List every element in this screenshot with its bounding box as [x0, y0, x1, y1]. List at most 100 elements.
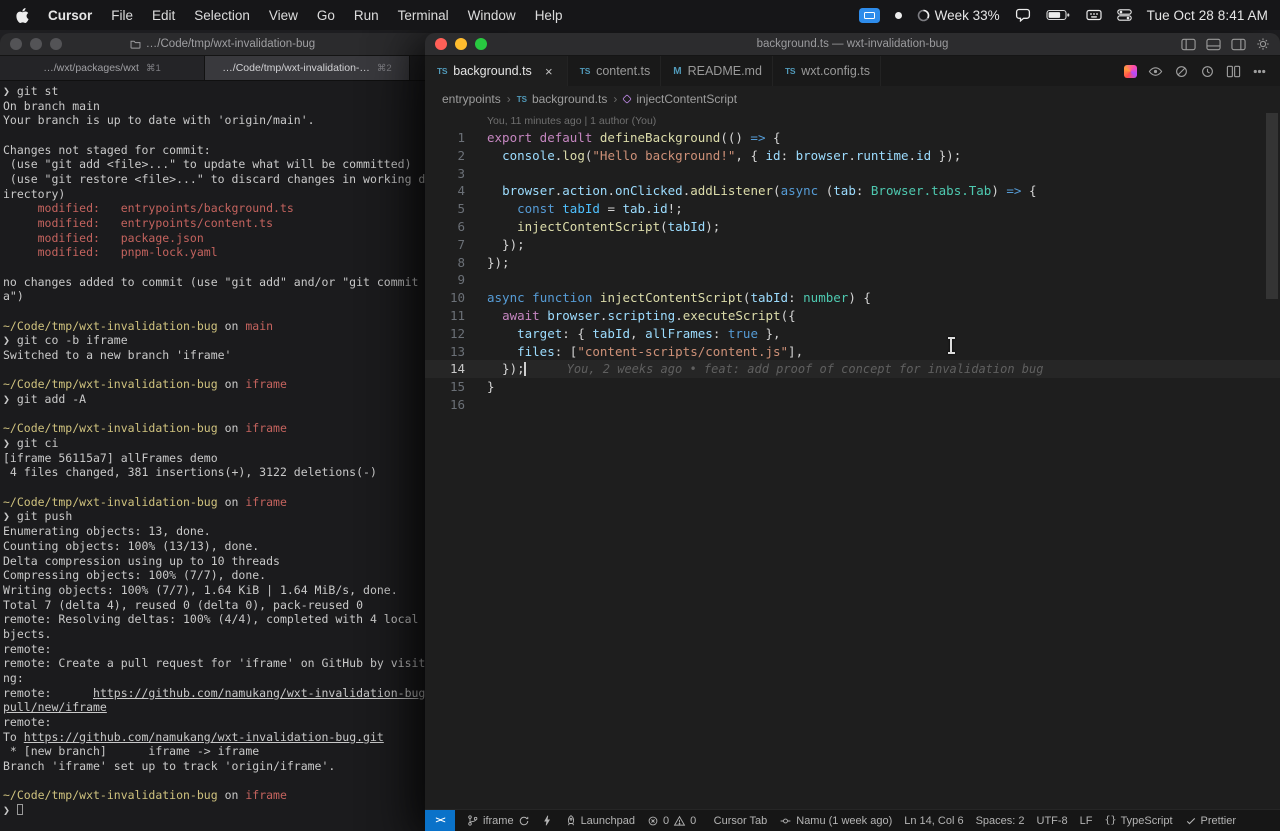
code-token: }, [757, 325, 781, 341]
code-line-4[interactable]: 4 browser.action.onClicked.addListener(a… [425, 182, 1280, 200]
menu-edit[interactable]: Edit [152, 8, 175, 23]
codelens-blame[interactable]: You, 11 minutes ago | 1 author (You) [487, 114, 1280, 129]
code-line-10[interactable]: 10 async function injectContentScript(tab… [425, 289, 1280, 307]
apple-menu-icon[interactable] [16, 7, 29, 23]
launchpad-item[interactable]: Launchpad [565, 814, 635, 827]
code-line-8[interactable]: 8}); [425, 254, 1280, 272]
code-line-6[interactable]: 6 injectContentScript(tabId); [425, 218, 1280, 236]
branch-name: iframe [483, 814, 514, 827]
code-line-7[interactable]: 7 }); [425, 236, 1280, 254]
git-branch-item[interactable]: iframe [467, 814, 530, 827]
terminal-line: ❯ [3, 803, 445, 818]
terminal-titlebar[interactable]: …/Code/tmp/wxt-invalidation-bug [0, 33, 445, 56]
menu-file[interactable]: File [111, 8, 133, 23]
code-line-13[interactable]: 13 files: ["content-scripts/content.js"]… [425, 343, 1280, 361]
eol-setting[interactable]: LF [1080, 815, 1093, 827]
editor-titlebar[interactable]: background.ts — wxt-invalidation-bug [425, 33, 1280, 56]
bolt-status-item[interactable] [542, 814, 553, 827]
git-blame-item[interactable]: Namu (1 week ago) [779, 815, 892, 827]
settings-gear-icon[interactable] [1256, 37, 1270, 51]
language-mode[interactable]: {} TypeScript [1105, 815, 1173, 827]
code-line-11[interactable]: 11 await browser.scripting.executeScript… [425, 307, 1280, 325]
encoding-setting[interactable]: UTF-8 [1037, 815, 1068, 827]
menu-bar-clock[interactable]: Tue Oct 28 8:41 AM [1147, 8, 1268, 23]
cursor-position[interactable]: Ln 14, Col 6 [904, 815, 963, 827]
toggle-sidebar-right-icon[interactable] [1231, 38, 1246, 51]
status-bar: >< iframe Launchpad 0 0 Cursor Tab Namu … [425, 809, 1280, 831]
week-progress-item[interactable]: Week 33% [917, 8, 1000, 23]
keyboard-icon[interactable] [1086, 9, 1102, 21]
code-line-16[interactable]: 16 [425, 396, 1280, 414]
split-editor-icon[interactable] [1226, 64, 1241, 79]
more-actions-icon[interactable] [1252, 64, 1267, 79]
close-tab-icon[interactable]: × [541, 64, 557, 79]
close-window-button[interactable] [435, 38, 447, 50]
editor-tab-content-ts[interactable]: TS content.ts [567, 56, 662, 86]
terminal-line: ~/Code/tmp/wxt-invalidation-bug on main [3, 319, 445, 334]
recording-indicator-icon[interactable] [894, 11, 902, 19]
chat-bubble-icon[interactable] [1015, 8, 1031, 22]
terminal-text: remote: [3, 714, 52, 729]
code-line-14[interactable]: 14 }); You, 2 weeks ago • feat: add proof… [425, 360, 1280, 379]
code-token: Browser.tabs.Tab [870, 183, 992, 199]
menu-terminal[interactable]: Terminal [398, 8, 449, 23]
code-line-12[interactable]: 12 target: { tabId, allFrames: true }, [425, 325, 1280, 343]
terminal-text: iframe [245, 494, 287, 509]
minimize-window-button[interactable] [455, 38, 467, 50]
terminal-text: ❯ [3, 84, 10, 98]
line-number: 4 [457, 183, 465, 199]
app-menu-cursor[interactable]: Cursor [48, 8, 92, 23]
history-icon[interactable] [1200, 64, 1215, 79]
code-line-5[interactable]: 5 const tabId = tab.id!; [425, 200, 1280, 218]
terminal-text: https://github.com/namukang/wxt-invalida… [23, 729, 384, 744]
zoom-window-button[interactable] [50, 38, 62, 50]
close-window-button[interactable] [10, 38, 22, 50]
eye-icon[interactable] [1148, 64, 1163, 79]
breadcrumb-entrypoints[interactable]: entrypoints [442, 92, 501, 106]
code-token: number [803, 290, 849, 306]
battery-icon[interactable] [1046, 9, 1071, 21]
minimize-window-button[interactable] [30, 38, 42, 50]
editor-scrollbar[interactable] [1266, 113, 1278, 299]
code-line-9[interactable]: 9 [425, 271, 1280, 289]
editor-tab-background-ts[interactable]: TS background.ts × [425, 56, 568, 86]
code-line-15[interactable]: 15} [425, 378, 1280, 396]
editor-tab-wxt-config-ts[interactable]: TS wxt.config.ts [772, 56, 881, 86]
menu-view[interactable]: View [269, 8, 298, 23]
code-token: injectContentScript [599, 290, 743, 306]
cursor-tab-toggle[interactable]: Cursor Tab [714, 815, 768, 827]
circle-slash-icon[interactable] [1174, 64, 1189, 79]
cursor-ai-icon[interactable] [1124, 64, 1137, 78]
toggle-sidebar-left-icon[interactable] [1181, 38, 1196, 51]
terminal-text: https://github.com/namukang/wxt-invalida… [93, 685, 433, 700]
zoom-window-button[interactable] [475, 38, 487, 50]
terminal-output[interactable]: ❯ git st On branch main Your branch is up … [0, 81, 445, 818]
code-line-2[interactable]: 2 console.log("Hello background!", { id:… [425, 147, 1280, 165]
menu-window[interactable]: Window [468, 8, 516, 23]
screen-mirroring-icon[interactable] [858, 7, 880, 23]
terminal-text: ng: [3, 670, 24, 685]
remote-indicator[interactable]: >< [425, 810, 455, 831]
code-line-3[interactable]: 3 [425, 165, 1280, 183]
menu-selection[interactable]: Selection [194, 8, 250, 23]
code-line-1[interactable]: 1 export default defineBackground(() => { [425, 129, 1280, 147]
formatter-item[interactable]: Prettier [1185, 815, 1236, 827]
control-center-icon[interactable] [1116, 9, 1132, 21]
problems-item[interactable]: 0 0 [647, 815, 696, 827]
menu-go[interactable]: Go [317, 8, 335, 23]
toggle-panel-icon[interactable] [1206, 38, 1221, 51]
line-number: 11 [449, 307, 465, 323]
indentation-setting[interactable]: Spaces: 2 [976, 815, 1025, 827]
menu-run[interactable]: Run [354, 8, 379, 23]
terminal-tab-2[interactable]: …/Code/tmp/wxt-invalidation-… ⌘2 [205, 56, 410, 80]
menu-help[interactable]: Help [535, 8, 563, 23]
breadcrumb-injectcontentscript[interactable]: injectContentScript [622, 92, 737, 106]
terminal-line: pull/new/iframe [3, 700, 445, 715]
week-progress-label: Week 33% [934, 7, 1000, 23]
breadcrumb-background-ts[interactable]: TS background.ts [517, 92, 608, 106]
terminal-tab-1[interactable]: …/wxt/packages/wxt ⌘1 [0, 56, 205, 80]
editor-tab-readme-md[interactable]: M README.md [661, 56, 773, 86]
code-editor[interactable]: You, 11 minutes ago | 1 author (You) 1 ex… [425, 112, 1280, 809]
